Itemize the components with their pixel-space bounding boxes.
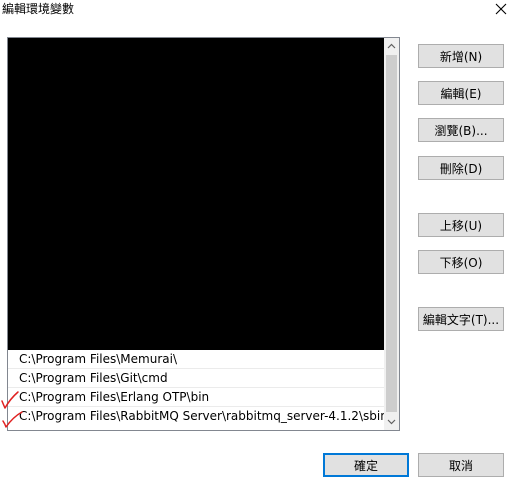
- scroll-up-button[interactable]: [384, 38, 399, 54]
- list-item[interactable]: C:\Program Files\Memurai\: [8, 350, 386, 369]
- ok-button[interactable]: 確定: [323, 453, 409, 477]
- scroll-up-arrow-icon: [387, 43, 396, 49]
- scrollbar-thumb[interactable]: [386, 55, 397, 412]
- redacted-area: [8, 38, 386, 350]
- close-button[interactable]: [488, 0, 514, 18]
- scroll-down-arrow-icon: [387, 419, 396, 425]
- new-button[interactable]: 新增(N): [418, 44, 504, 68]
- list-item[interactable]: C:\Program Files\Erlang OTP\bin: [8, 388, 386, 407]
- close-icon: [495, 3, 507, 15]
- edit-environment-variable-dialog: 編輯環境變數 C:\Program Files\Memurai\ C:\Prog…: [0, 0, 514, 481]
- delete-button[interactable]: 刪除(D): [418, 156, 504, 180]
- move-down-button[interactable]: 下移(O): [418, 250, 504, 274]
- path-rows: C:\Program Files\Memurai\ C:\Program Fil…: [8, 350, 386, 426]
- window-title: 編輯環境變數: [2, 2, 75, 16]
- path-list[interactable]: C:\Program Files\Memurai\ C:\Program Fil…: [7, 37, 400, 431]
- edit-text-button[interactable]: 編輯文字(T)...: [418, 307, 504, 331]
- list-item[interactable]: C:\Program Files\Git\cmd: [8, 369, 386, 388]
- move-up-button[interactable]: 上移(U): [418, 213, 504, 237]
- edit-button[interactable]: 編輯(E): [418, 81, 504, 105]
- cancel-button[interactable]: 取消: [418, 453, 504, 477]
- title-bar: 編輯環境變數: [0, 0, 514, 22]
- list-item[interactable]: C:\Program Files\RabbitMQ Server\rabbitm…: [8, 407, 386, 426]
- browse-button[interactable]: 瀏覽(B)...: [418, 118, 504, 142]
- scroll-down-button[interactable]: [384, 414, 399, 430]
- vertical-scrollbar[interactable]: [384, 38, 399, 430]
